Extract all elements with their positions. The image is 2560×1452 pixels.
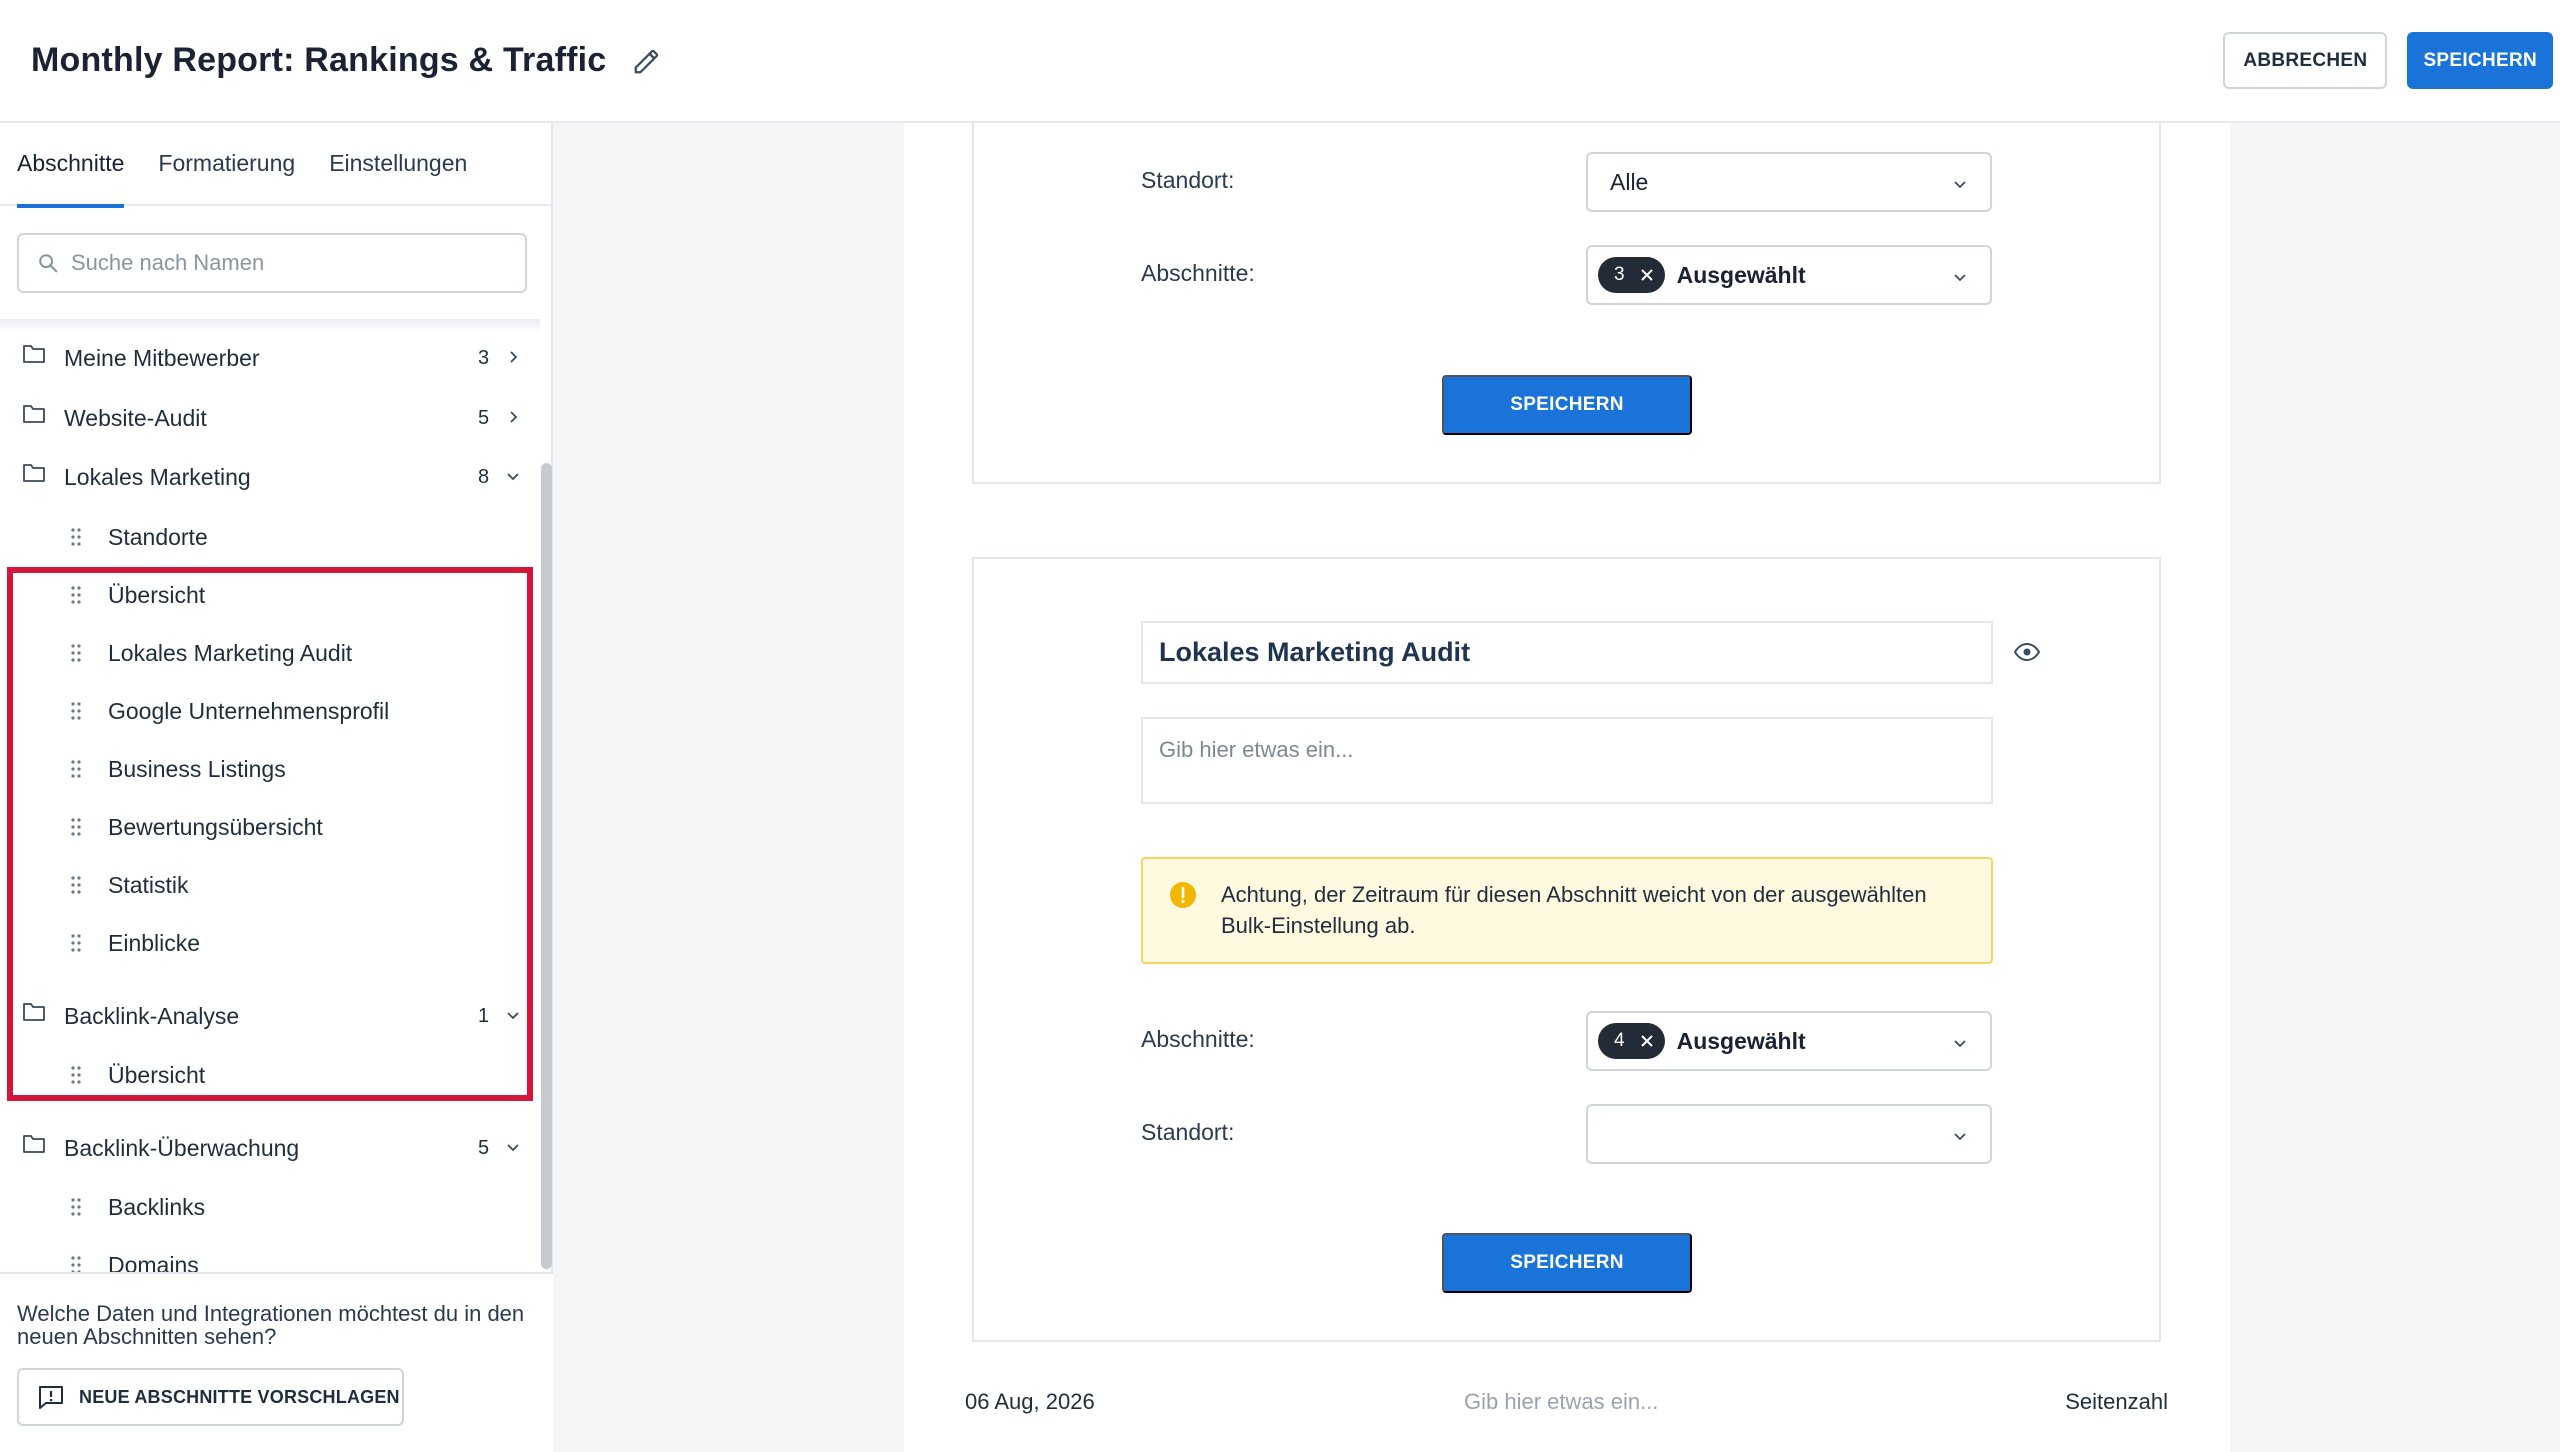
footer-date: 06 Aug, 2026 — [965, 1389, 1095, 1414]
folder-backlink-ueberwachung[interactable]: Backlink-Überwachung 5 — [0, 1125, 540, 1171]
sections-label: Abschnitte: — [1141, 260, 1255, 286]
section-card-local-marketing-audit: Lokales Marketing Audit Gib hier etwas e… — [972, 557, 2161, 1342]
tab-abschnitte[interactable]: Abschnitte — [17, 123, 125, 208]
footer-page-number: Seitenzahl — [2065, 1389, 2168, 1414]
folder-icon — [23, 1135, 45, 1153]
folder-lokales-marketing[interactable]: Lokales Marketing 8 — [0, 454, 540, 500]
sidebar-tabs: Abschnitte Formatierung Einstellungen — [0, 123, 551, 208]
suggest-button-label: NEUE ABSCHNITTE VORSCHLAGEN — [79, 1386, 400, 1407]
footer-text-input[interactable]: Gib hier etwas ein... — [1464, 1389, 1658, 1415]
sidebar: Abschnitte Formatierung Einstellungen Su… — [0, 123, 553, 1452]
card-save-button[interactable]: SPEICHERN — [1442, 1233, 1692, 1293]
sections-value: Ausgewählt — [1676, 261, 1806, 288]
list-item[interactable]: Domains — [0, 1243, 540, 1273]
folder-count: 5 — [478, 406, 490, 429]
tab-einstellungen[interactable]: Einstellungen — [329, 123, 467, 206]
list-item[interactable]: Backlinks — [0, 1185, 540, 1231]
list-item[interactable]: Standorte — [0, 515, 540, 561]
chevron-down-icon — [1954, 274, 1966, 282]
folder-icon — [23, 345, 45, 363]
suggest-panel: Welche Daten und Integrationen möchtest … — [0, 1272, 553, 1452]
suggest-question: Welche Daten und Integrationen möchtest … — [17, 1301, 525, 1349]
chevron-down-icon[interactable] — [505, 1139, 521, 1155]
eye-icon[interactable] — [2014, 643, 2040, 661]
warning-banner: Achtung, der Zeitraum für diesen Abschni… — [1141, 857, 1993, 964]
drag-handle-icon[interactable] — [70, 1197, 82, 1217]
chevron-down-icon — [1954, 1133, 1966, 1141]
chevron-right-icon[interactable] — [505, 409, 521, 425]
section-card-settings: Standort: Alle Abschnitte: 3 Ausgewählt … — [972, 119, 2161, 484]
location-label: Standort: — [1141, 1119, 1235, 1145]
warning-text: Achtung, der Zeitraum für diesen Abschni… — [1221, 882, 1927, 938]
divider — [0, 319, 540, 333]
folder-name: Lokales Marketing — [64, 463, 251, 490]
top-bar: Monthly Report: Rankings & Traffic ABBRE… — [0, 0, 2560, 123]
search-placeholder: Suche nach Namen — [71, 250, 265, 275]
save-button[interactable]: SPEICHERN — [2407, 32, 2553, 89]
sidebar-scrollbar[interactable] — [541, 463, 552, 1269]
drag-handle-icon[interactable] — [70, 527, 82, 547]
chevron-down-icon — [1954, 1040, 1966, 1048]
page-footer: 06 Aug, 2026 Gib hier etwas ein... Seite… — [904, 1389, 2230, 1429]
highlight-box — [7, 567, 533, 1101]
search-icon — [39, 254, 58, 273]
location-value: Alle — [1610, 168, 1649, 195]
item-label: Backlinks — [108, 1194, 206, 1220]
folder-name: Backlink-Überwachung — [64, 1134, 300, 1161]
selected-count-chip: 3 — [1598, 257, 1665, 293]
suggest-sections-button[interactable]: NEUE ABSCHNITTE VORSCHLAGEN — [17, 1368, 404, 1426]
report-title: Monthly Report: Rankings & Traffic — [31, 41, 607, 79]
search-input[interactable]: Suche nach Namen — [17, 233, 527, 293]
tab-formatierung[interactable]: Formatierung — [158, 123, 295, 206]
card-save-button[interactable]: SPEICHERN — [1442, 375, 1692, 435]
chevron-down-icon — [1954, 181, 1966, 189]
sections-select[interactable]: 4 Ausgewählt — [1586, 1011, 1992, 1071]
folder-name: Meine Mitbewerber — [64, 344, 260, 371]
folder-icon — [23, 405, 45, 423]
report-page: Standort: Alle Abschnitte: 3 Ausgewählt … — [904, 119, 2230, 1452]
selected-count-chip: 4 — [1598, 1023, 1665, 1059]
folder-meine-mitbewerber[interactable]: Meine Mitbewerber 3 — [0, 335, 540, 381]
item-label: Domains — [108, 1252, 199, 1273]
drag-handle-icon[interactable] — [70, 1255, 82, 1273]
close-icon[interactable] — [1639, 267, 1655, 283]
location-select[interactable] — [1586, 1104, 1992, 1164]
location-select[interactable]: Alle — [1586, 152, 1992, 212]
sections-label: Abschnitte: — [1141, 1026, 1255, 1052]
cancel-button[interactable]: ABBRECHEN — [2223, 32, 2388, 89]
folder-website-audit[interactable]: Website-Audit 5 — [0, 395, 540, 441]
item-label: Standorte — [108, 524, 208, 550]
folder-count: 5 — [478, 1136, 490, 1159]
location-label: Standort: — [1141, 167, 1235, 193]
folder-count: 8 — [478, 465, 490, 488]
warning-icon — [1170, 882, 1196, 908]
folder-count: 3 — [478, 346, 490, 369]
chip-count: 4 — [1614, 1030, 1625, 1051]
chevron-right-icon[interactable] — [505, 349, 521, 365]
section-text-input[interactable]: Gib hier etwas ein... — [1141, 717, 1993, 804]
close-icon[interactable] — [1639, 1033, 1655, 1049]
pencil-icon[interactable] — [632, 46, 662, 76]
sections-select[interactable]: 3 Ausgewählt — [1586, 245, 1992, 305]
section-title-input[interactable]: Lokales Marketing Audit — [1141, 621, 1993, 684]
chip-count: 3 — [1614, 264, 1625, 285]
chevron-down-icon[interactable] — [505, 468, 521, 484]
main-area: Standort: Alle Abschnitte: 3 Ausgewählt … — [553, 119, 2560, 1452]
folder-icon — [23, 464, 45, 482]
feedback-icon — [39, 1386, 63, 1409]
sections-value: Ausgewählt — [1676, 1027, 1806, 1054]
folder-name: Website-Audit — [64, 404, 207, 431]
